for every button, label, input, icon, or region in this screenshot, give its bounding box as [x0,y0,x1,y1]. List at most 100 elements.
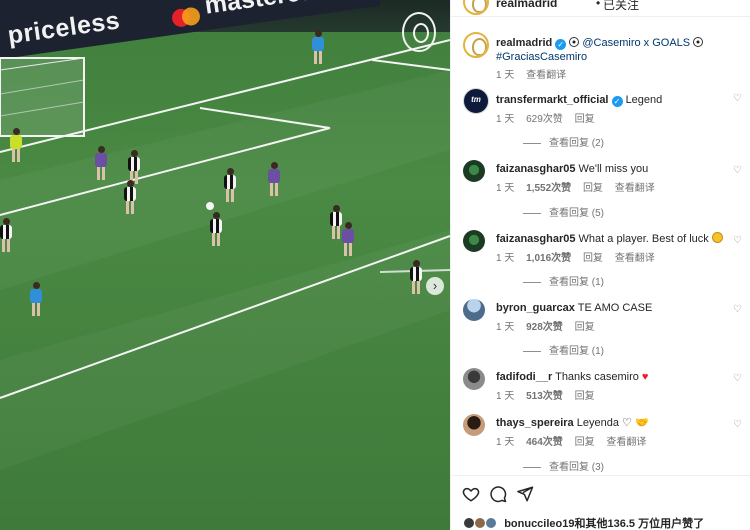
player-real-1 [95,146,107,180]
comment-reply-link[interactable]: 回复 [575,391,595,402]
comment-body: Leyenda [576,417,619,429]
comment-like-icon[interactable]: ♡ [733,373,743,384]
comment-like-icon[interactable]: ♡ [733,304,743,315]
comment-meta: 1 天 1,552次赞 回复 查看翻译 [496,179,664,194]
player-juve-5 [330,205,342,239]
comment-meta: 1 天 1,016次赞 回复 查看翻译 [496,249,664,264]
comment-likes[interactable]: 629次赞 [526,114,563,125]
likes-rest[interactable]: 和其他136.5 万位用户赞了 [574,518,704,530]
caption-meta: 1 天 查看翻译 [496,66,575,81]
comment-body: TE AMO CASE [577,302,653,314]
comment-likes[interactable]: 928次赞 [526,322,563,333]
caption-username[interactable]: realmadrid [496,37,552,49]
caption-hashtag[interactable]: #GraciasCasemiro [496,51,587,63]
comment-item: thays_spereira Leyenda ♡ 🤝 ♡ 1 天 464次赞 回… [463,414,743,475]
red-heart-emoji-icon: ♥ [641,371,649,383]
comment-age: 1 天 [496,322,515,333]
comment-text: thays_spereira Leyenda ♡ 🤝 [496,416,741,430]
comment-username[interactable]: thays_spereira [496,417,574,429]
comment-avatar[interactable] [463,88,489,114]
player-real-casemiro [268,162,280,196]
player-real-2 [342,222,354,256]
follow-status[interactable]: 已关注 [603,0,639,13]
player-juve-4 [210,212,222,246]
caption: realmadrid ✓ @Casemiro x GOALS #GraciasCa… [463,32,743,82]
post-viewer: priceless mastercard [0,0,750,530]
comment-item: fadifodi__r Thanks casemiro ♥ ♡ 1 天 513次… [463,368,743,410]
comment-translate-link[interactable]: 查看翻译 [615,183,655,194]
comment-item: transfermarkt_official✓ Legend ♡ 1 天 629… [463,88,743,150]
view-replies-link[interactable]: 查看回复 (3) [523,458,604,473]
header-username[interactable]: realmadrid [496,0,557,10]
comment-age: 1 天 [496,114,515,125]
comment-like-icon[interactable]: ♡ [733,165,743,176]
comment-avatar[interactable] [463,230,485,252]
view-replies-link[interactable]: 查看回复 (1) [523,342,604,357]
post-header: realmadrid • 已关注 [451,0,750,17]
soccer-ball-icon [569,37,580,47]
comment-icon[interactable] [489,485,507,503]
view-replies-link[interactable]: 查看回复 (2) [523,134,604,149]
comment-like-icon[interactable]: ♡ [733,235,743,246]
next-slide-button[interactable]: › [426,277,444,295]
post-actions-bar: bonuccileo19和其他136.5 万位用户赞了 [451,475,750,530]
comment-avatar[interactable] [463,414,485,436]
caption-avatar[interactable] [463,32,489,58]
comment-reply-link[interactable]: 回复 [575,437,595,448]
smile-emoji-icon [711,232,723,243]
send-icon[interactable] [516,485,534,503]
caption-age: 1 天 [496,70,515,81]
verified-badge-icon: ✓ [611,96,623,107]
comment-username[interactable]: faizanasghar05 [496,233,575,245]
white-heart-emoji-icon: ♡ [622,417,632,429]
caption-translate-link[interactable]: 查看翻译 [526,70,566,81]
comment-translate-link[interactable]: 查看翻译 [615,253,655,264]
player-juve-6 [410,260,422,294]
comment-reply-link[interactable]: 回复 [575,322,595,333]
comment-body: Legend [625,94,663,106]
comment-age: 1 天 [496,437,515,448]
comment-text: fadifodi__r Thanks casemiro ♥ [496,370,741,384]
player-juve-3 [224,168,236,202]
header-separator: • [596,0,601,10]
side-panel: realmadrid • 已关注 realmadrid ✓ @Casemiro x… [450,0,750,530]
header-avatar[interactable] [463,0,489,15]
comment-username[interactable]: fadifodi__r [496,371,552,383]
comment-likes[interactable]: 1,552次赞 [526,183,571,194]
comment-meta: 1 天 464次赞 回复 查看翻译 [496,433,655,448]
verified-badge-icon: ✓ [555,39,567,50]
player-juve-2 [124,180,136,214]
comments-list[interactable]: realmadrid ✓ @Casemiro x GOALS #GraciasCa… [451,30,750,475]
comment-meta: 1 天 513次赞 回复 [496,387,604,402]
view-replies-link[interactable]: 查看回复 (5) [523,204,604,219]
comment-meta: 1 天 928次赞 回复 [496,318,604,333]
handshake-emoji-icon: 🤝 [634,417,649,429]
comment-text: transfermarkt_official ✓ Legend [496,93,741,107]
comment-reply-link[interactable]: 回复 [583,183,603,194]
comment-avatar[interactable] [463,368,485,390]
comment-reply-link[interactable]: 回复 [583,253,603,264]
comment-translate-link[interactable]: 查看翻译 [606,437,646,448]
comment-text: faizanasghar05 We'll miss you [496,162,741,176]
player-juve-7 [0,218,12,252]
comment-like-icon[interactable]: ♡ [733,419,743,430]
comment-avatar[interactable] [463,160,485,182]
comment-avatar[interactable] [463,299,485,321]
comment-likes[interactable]: 464次赞 [526,437,563,448]
heart-icon[interactable] [462,485,480,503]
comment-reply-link[interactable]: 回复 [575,114,595,125]
post-media[interactable]: priceless mastercard [0,0,450,530]
comment-likes[interactable]: 513次赞 [526,391,563,402]
comment-item: faizanasghar05 We'll miss you ♡ 1 天 1,55… [463,160,743,222]
view-replies-link[interactable]: 查看回复 (1) [523,273,604,288]
comment-username[interactable]: byron_guarcax [496,302,575,314]
caption-mention[interactable]: @Casemiro x GOALS [582,37,690,49]
comment-text: faizanasghar05 What a player. Best of lu… [496,232,741,246]
comment-username[interactable]: transfermarkt_official [496,94,609,106]
likes-user[interactable]: bonuccileo19 [504,518,574,530]
comment-like-icon[interactable]: ♡ [733,93,743,104]
pitch-lines [0,39,450,470]
comment-likes[interactable]: 1,016次赞 [526,253,571,264]
caption-text: realmadrid ✓ @Casemiro x GOALS #GraciasCa… [496,36,741,64]
comment-username[interactable]: faizanasghar05 [496,163,575,175]
